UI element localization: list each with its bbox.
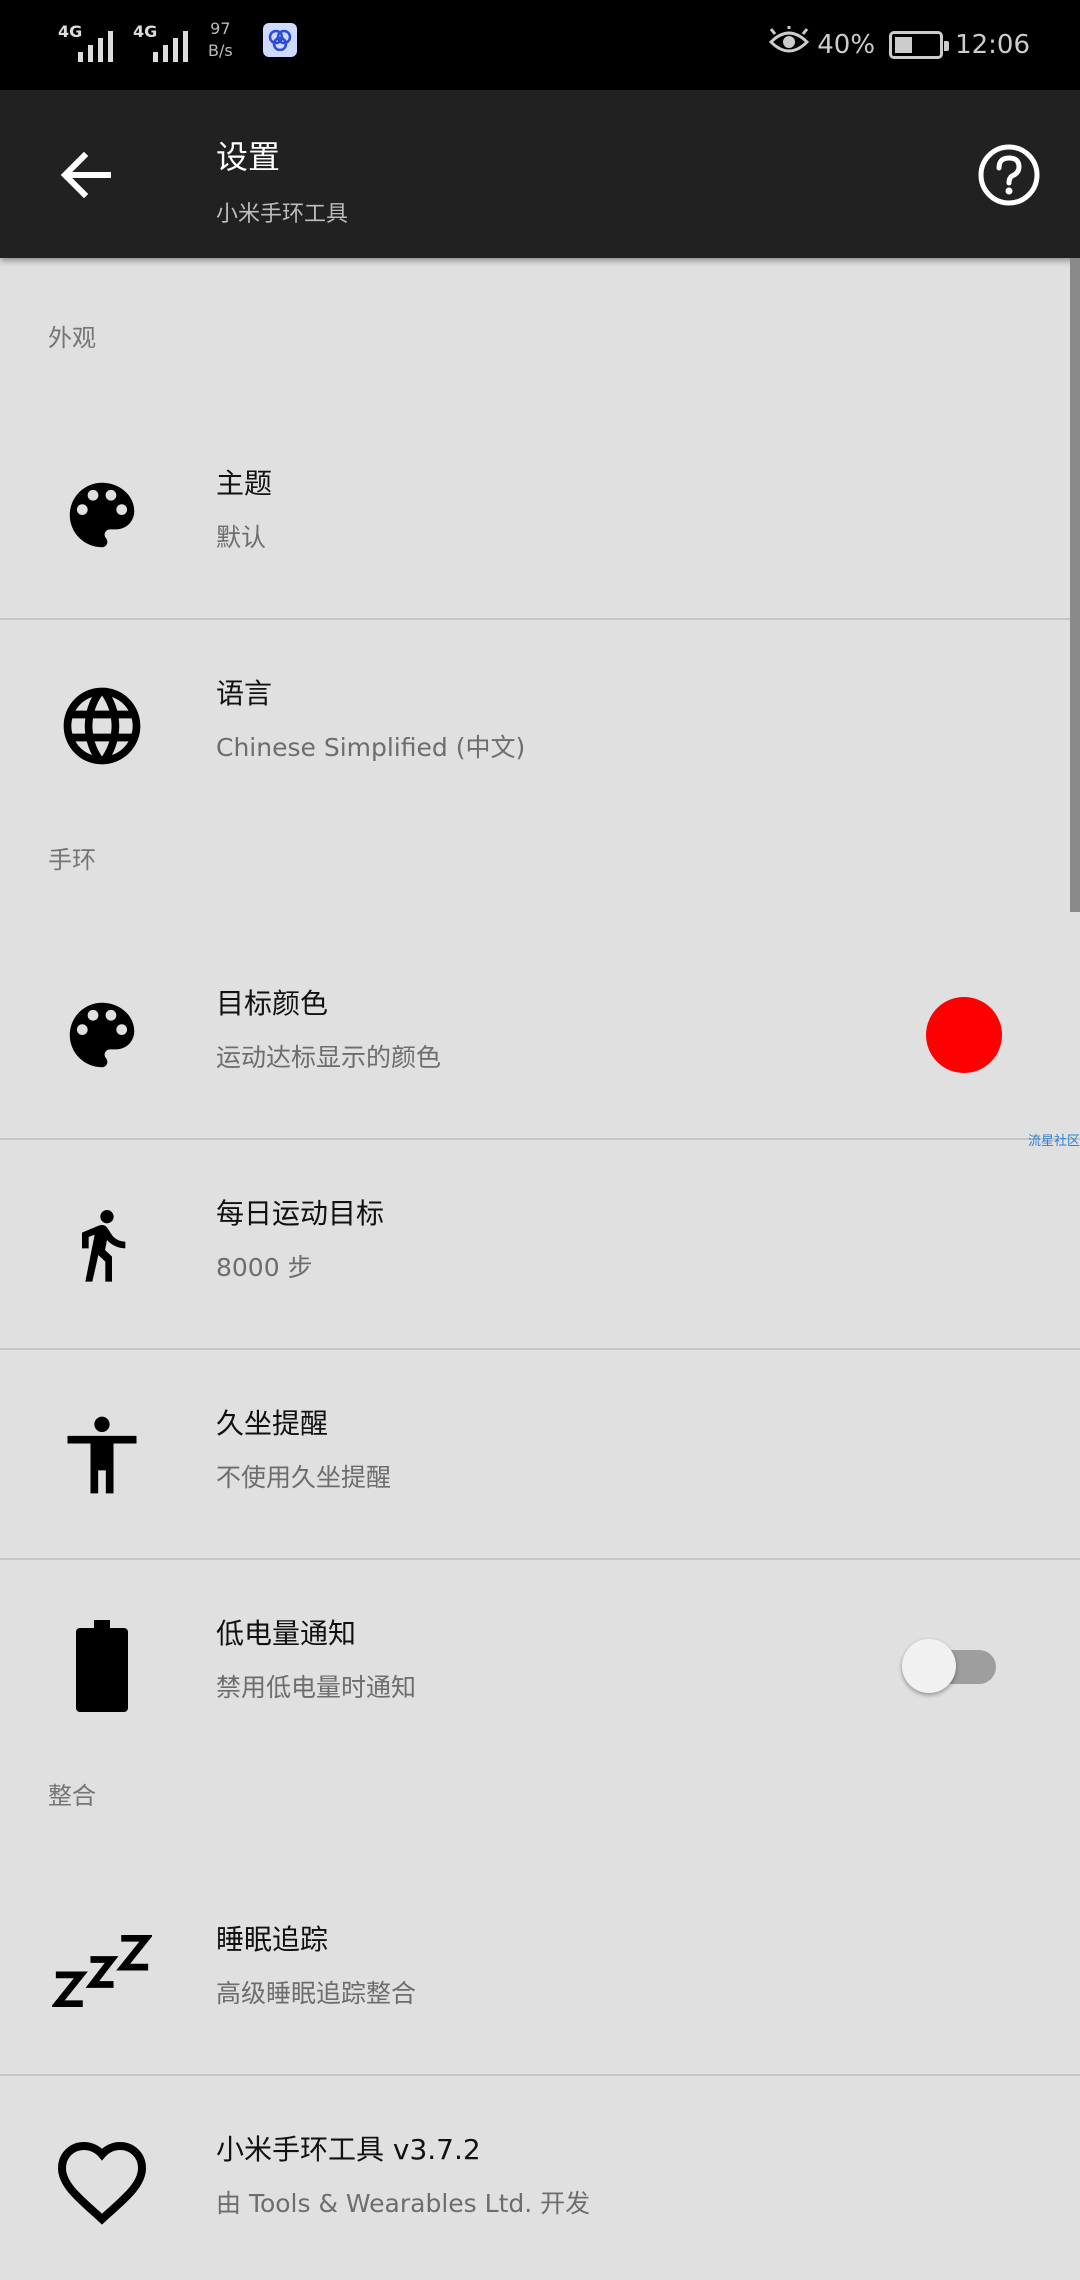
walk-icon	[52, 1195, 152, 1295]
arrow-back-icon	[60, 152, 111, 198]
network-speed-unit: B/s	[208, 41, 233, 60]
pref-low-battery[interactable]: 低电量通知 禁用低电量时通知	[0, 1562, 1080, 1770]
section-header-band: 手环	[48, 846, 96, 874]
pref-title: 目标颜色	[216, 987, 329, 1020]
pref-summary: 运动达标显示的颜色	[216, 1043, 442, 1072]
app-bar: 设置 小米手环工具	[0, 90, 1080, 258]
pref-about[interactable]: 小米手环工具 v3.7.2 由 Tools & Wearables Ltd. 开…	[0, 2078, 1080, 2280]
section-header-integration: 整合	[48, 1782, 96, 1810]
pref-summary: 禁用低电量时通知	[216, 1673, 417, 1702]
page-subtitle: 小米手环工具	[216, 202, 349, 227]
pref-title: 每日运动目标	[216, 1197, 385, 1230]
signal-2: 4G	[133, 18, 188, 62]
battery-icon	[889, 30, 950, 59]
pref-goal-color[interactable]: 目标颜色 运动达标显示的颜色	[0, 932, 1080, 1140]
pref-daily-goal[interactable]: 每日运动目标 8000 步	[0, 1142, 1080, 1350]
pref-title: 语言	[216, 677, 273, 710]
pref-summary: 不使用久坐提醒	[216, 1463, 392, 1492]
pref-summary: 8000 步	[216, 1253, 313, 1282]
help-icon	[978, 144, 1040, 206]
network-type-1: 4G	[58, 22, 83, 41]
status-bar: 4G 4G 97 B/s 40% 12:06	[0, 0, 1080, 90]
pref-title: 主题	[216, 467, 273, 500]
section-header-appearance: 外观	[48, 324, 96, 352]
goal-color-swatch[interactable]	[926, 997, 1002, 1073]
battery-icon	[52, 1616, 152, 1716]
pref-theme[interactable]: 主题 默认	[0, 412, 1080, 620]
battery-level-fill	[895, 36, 912, 53]
pref-summary: 高级睡眠追踪整合	[216, 1979, 417, 2008]
heart-icon	[52, 2132, 152, 2232]
battery-percent: 40%	[817, 29, 876, 60]
low-battery-toggle[interactable]	[902, 1639, 1000, 1693]
pref-title: 睡眠追踪	[216, 1923, 329, 1956]
sleep-zzz-icon	[52, 1921, 152, 2021]
pref-summary: 由 Tools & Wearables Ltd. 开发	[216, 2189, 591, 2218]
settings-list[interactable]: 外观 主题 默认 语言 Chinese Simplified (中文) 手环 目…	[0, 258, 1080, 2280]
watermark: 流星社区	[1027, 1134, 1080, 1149]
network-type-2: 4G	[133, 22, 158, 41]
pref-title: 低电量通知	[216, 1617, 357, 1650]
notification-app-icon	[262, 23, 297, 57]
clock: 12:06	[955, 29, 1030, 60]
help-button[interactable]	[974, 140, 1044, 210]
signal-bars-icon	[78, 26, 113, 62]
palette-icon	[52, 985, 152, 1085]
pref-sleep-tracking[interactable]: 睡眠追踪 高级睡眠追踪整合	[0, 1868, 1080, 2076]
person-icon	[52, 1405, 152, 1505]
pref-title: 久坐提醒	[216, 1407, 329, 1440]
scrollbar-thumb[interactable]	[1070, 258, 1080, 912]
pref-title: 小米手环工具 v3.7.2	[216, 2133, 481, 2166]
back-button[interactable]	[50, 140, 120, 210]
pref-summary: 默认	[216, 523, 267, 552]
signal-1: 4G	[58, 18, 113, 62]
globe-icon	[52, 676, 152, 776]
network-speed-value: 97	[210, 19, 231, 38]
pref-language[interactable]: 语言 Chinese Simplified (中文)	[0, 622, 1080, 830]
signal-bars-icon	[153, 26, 188, 62]
toggle-thumb	[902, 1639, 956, 1693]
pref-summary: Chinese Simplified (中文)	[216, 733, 526, 762]
eye-icon	[769, 26, 810, 63]
page-title: 设置	[216, 138, 281, 176]
network-speed: 97 B/s	[208, 18, 233, 62]
palette-icon	[52, 465, 152, 565]
pref-idle-alert[interactable]: 久坐提醒 不使用久坐提醒	[0, 1352, 1080, 1560]
